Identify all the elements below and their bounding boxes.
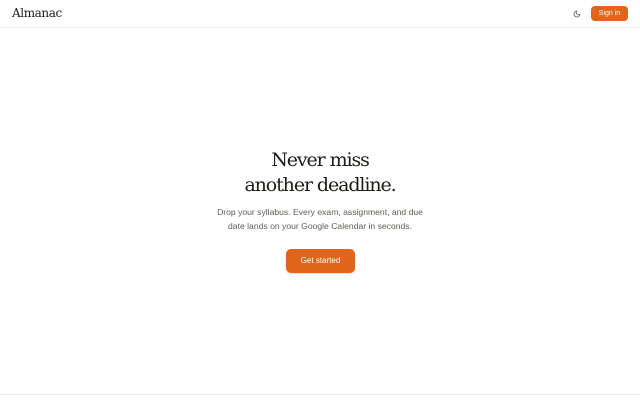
hero-title-line-2: another deadline.	[244, 174, 396, 196]
hero-section: Never miss another deadline. Drop your s…	[0, 0, 640, 400]
hero-title: Never miss another deadline.	[170, 148, 470, 198]
footer-divider	[0, 394, 640, 395]
hero-subtitle: Drop your syllabus. Every exam, assignme…	[195, 205, 445, 233]
get-started-button[interactable]: Get started	[286, 249, 355, 273]
hero-subtitle-line-2: date lands on your Google Calendar in se…	[228, 221, 412, 231]
hero-title-line-1: Never miss	[271, 149, 370, 171]
hero-subtitle-line-1: Drop your syllabus. Every exam, assignme…	[217, 207, 423, 217]
